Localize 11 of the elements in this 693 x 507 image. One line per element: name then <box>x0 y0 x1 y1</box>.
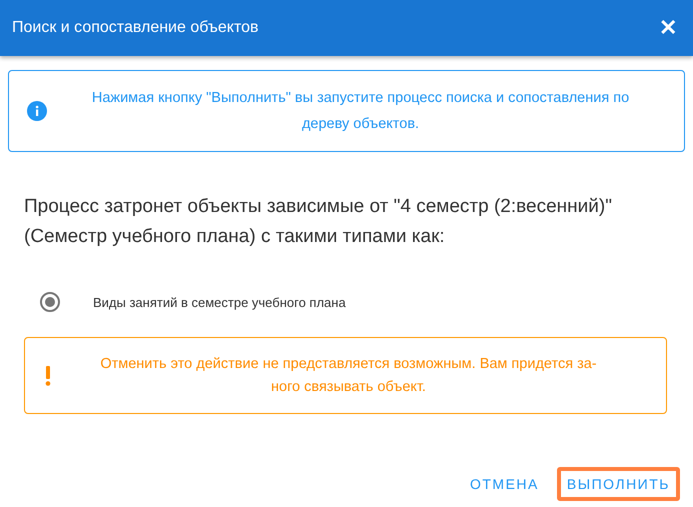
dialog-button[interactable]: ВЫПОЛНИТЬ <box>556 467 680 501</box>
description-text: Процесс затронет объекты зависимые от "4 семестр (2:весенний)" (Семестр учебного плана) с такими типами как: <box>24 195 613 249</box>
dialog-title: Поиск и сопоставление объектов <box>12 19 258 37</box>
dialog-button[interactable]: ОТМЕНА <box>460 467 549 501</box>
close-button[interactable]: ✕ <box>655 15 681 41</box>
warning-icon <box>45 366 51 386</box>
info-icon <box>27 101 47 121</box>
info-text: Нажимая кнопку "Выполнить" вы запустите процесс поиска и сопоставления по дереву объектов. <box>90 89 630 134</box>
warning-text: Отменить это действие не представляется возможным. Вам придется за- ного связывать объект. <box>99 354 598 396</box>
radio-button[interactable] <box>40 292 60 312</box>
option-label: Виды занятий в семестре учебного плана <box>93 294 346 310</box>
